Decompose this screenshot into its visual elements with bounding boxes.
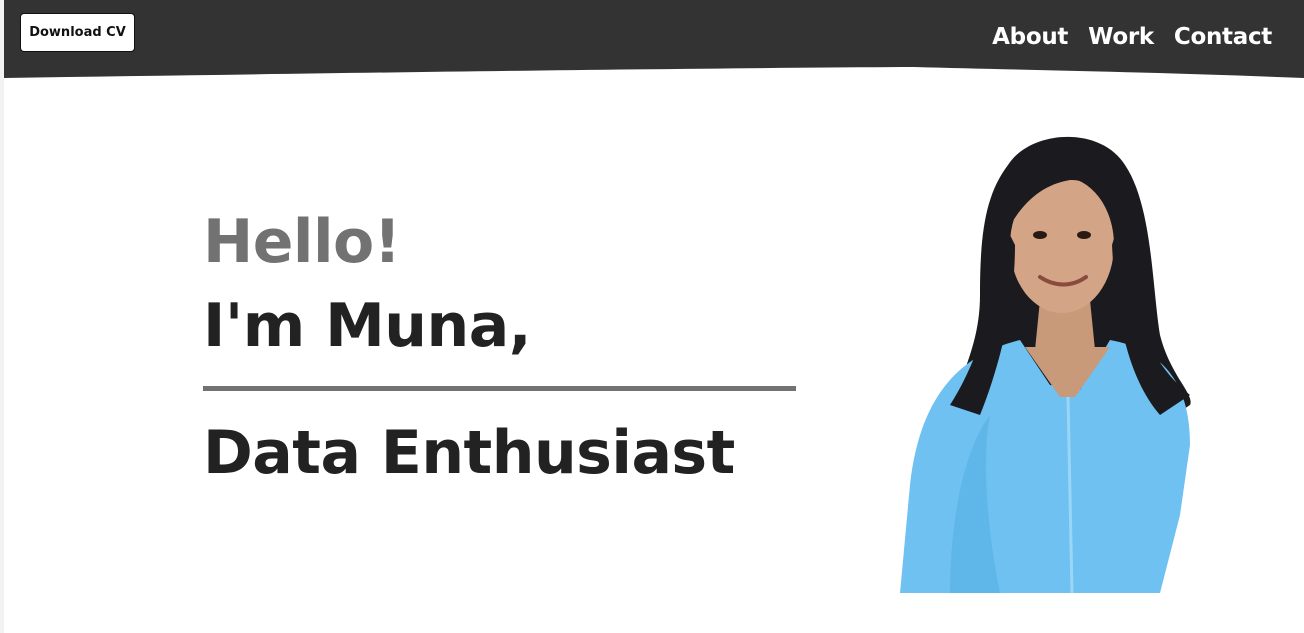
download-cv-button[interactable]: Download CV [20,13,135,52]
hero-greeting: Hello! [203,207,401,277]
portfolio-page: Download CV About Work Contact Hello! I'… [0,0,1304,633]
hero-section: Hello! I'm Muna, Data Enthusiast [203,200,803,495]
nav-link-about[interactable]: About [992,24,1068,50]
hero-intro: I'm Muna, [203,291,532,361]
hero-role: Data Enthusiast [203,418,735,488]
nav-link-work[interactable]: Work [1088,24,1154,50]
main-nav: About Work Contact [992,24,1272,50]
page-left-edge [0,0,4,633]
profile-photo [900,136,1191,593]
hero-divider [203,386,796,391]
site-header: Download CV About Work Contact [4,0,1304,80]
nav-link-contact[interactable]: Contact [1174,24,1272,50]
